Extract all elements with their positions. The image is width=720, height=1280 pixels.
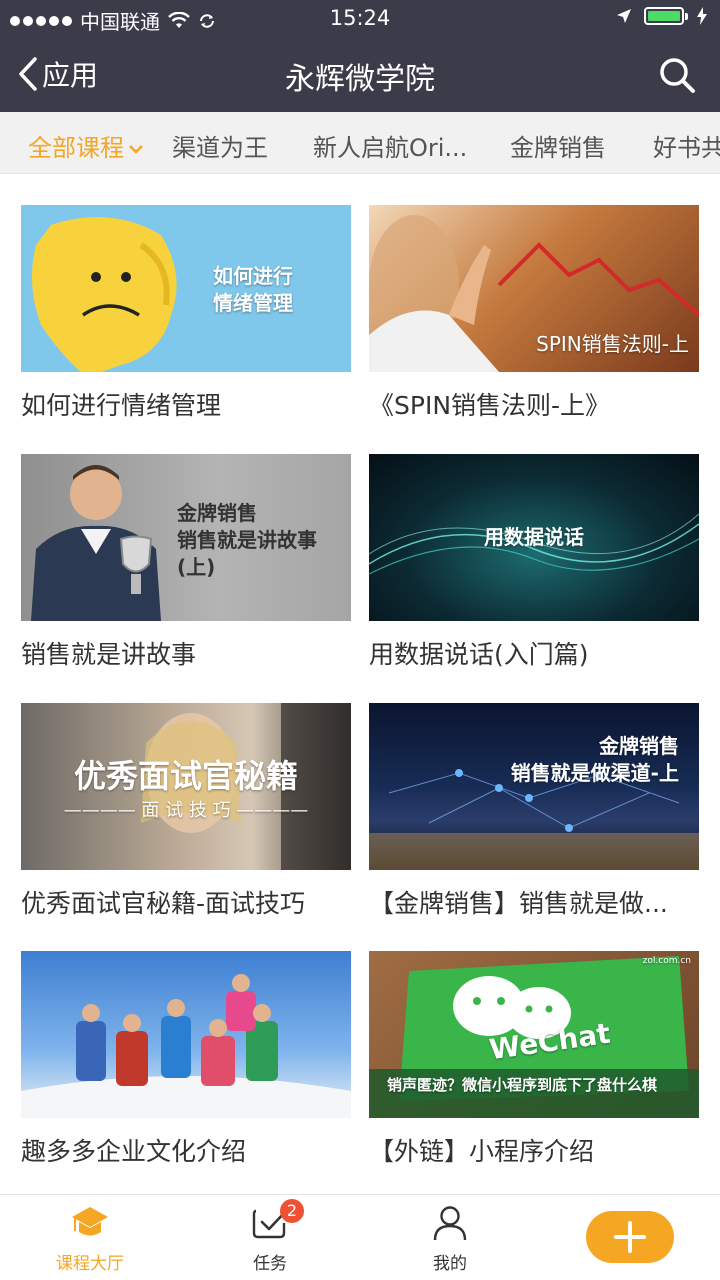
battery-icon: [644, 7, 688, 25]
balloon-face-icon: [32, 217, 177, 372]
page-title: 永辉微学院: [285, 62, 435, 97]
location-arrow-icon: [617, 9, 631, 23]
course-thumbnail: 如何进行 情绪管理: [21, 205, 351, 372]
category-tabs: 全部课程 渠道为王 新人启航Ori... 金牌销售 好书共: [0, 112, 720, 174]
thumbnail-source: zol.com.cn: [642, 956, 691, 966]
course-title: 如何进行情绪管理: [21, 391, 222, 420]
course-card[interactable]: 用数据说话 用数据说话(入门篇): [369, 454, 699, 671]
thumbnail-caption: 金牌销售 销售就是做渠道-上: [510, 734, 679, 785]
course-card[interactable]: 金牌销售 销售就是讲故事 (上) 销售就是讲故事: [21, 454, 351, 671]
course-card[interactable]: 金牌销售 销售就是做渠道-上 【金牌销售】销售就是做...: [369, 703, 699, 920]
course-thumbnail: 优秀面试官秘籍 ———— 面 试 技 巧 ————: [21, 703, 351, 870]
course-card[interactable]: 优秀面试官秘籍 ———— 面 试 技 巧 ———— 优秀面试官秘籍-面试技巧: [21, 703, 351, 920]
tab-gold-sales[interactable]: 金牌销售: [510, 128, 606, 163]
tab-books[interactable]: 好书共: [653, 128, 720, 163]
task-count-badge: 2: [280, 1199, 304, 1223]
course-title: 【金牌销售】销售就是做...: [369, 889, 668, 918]
course-card[interactable]: WeChat 销声匿迹？微信小程序到底下了盘什么棋 zol.com.cn 【外链…: [369, 951, 699, 1168]
search-icon[interactable]: [658, 56, 696, 94]
course-thumbnail: 用数据说话: [369, 454, 699, 621]
thumbnail-caption: 用数据说话: [484, 525, 584, 549]
course-thumbnail: [21, 951, 351, 1118]
user-icon: [433, 1206, 467, 1241]
course-thumbnail: SPIN销售法则-上: [369, 205, 699, 372]
course-thumbnail: WeChat 销声匿迹？微信小程序到底下了盘什么棋 zol.com.cn: [369, 951, 699, 1118]
plus-icon: [614, 1221, 646, 1253]
course-title: 《SPIN销售法则-上》: [369, 391, 611, 420]
thumbnail-caption: 销声匿迹？微信小程序到底下了盘什么棋: [387, 1076, 658, 1094]
course-title: 【外链】小程序介绍: [369, 1137, 595, 1166]
tab-course-hall[interactable]: 课程大厅: [30, 1205, 150, 1274]
course-title: 销售就是讲故事: [21, 640, 197, 669]
team-photo-icon: [21, 974, 351, 1118]
thumbnail-caption: 如何进行 情绪管理: [213, 264, 293, 315]
header: 中国联通 15:24 应用 永辉微学院: [0, 0, 720, 112]
tab-label: 全部课程: [28, 134, 124, 162]
course-grid: 如何进行 情绪管理 如何进行情绪管理 SPIN销售法则-上 《SPIN销售法则-上…: [0, 174, 720, 1194]
course-card[interactable]: SPIN销售法则-上 《SPIN销售法则-上》: [369, 205, 699, 422]
tab-newcomer[interactable]: 新人启航Ori...: [313, 128, 467, 163]
tab-channel[interactable]: 渠道为王: [172, 128, 268, 163]
thumbnail-caption: SPIN销售法则-上: [536, 332, 689, 356]
course-card[interactable]: 如何进行 情绪管理 如何进行情绪管理: [21, 205, 351, 422]
course-thumbnail: 金牌销售 销售就是做渠道-上: [369, 703, 699, 870]
tab-all-courses[interactable]: 全部课程: [28, 128, 144, 163]
graduation-cap-icon: [72, 1207, 108, 1236]
clock: 15:24: [329, 6, 391, 30]
nav-bar: 应用 永辉微学院: [0, 36, 720, 112]
bottom-tab-bar: 课程大厅 2 任务 我的: [0, 1194, 720, 1280]
course-title: 用数据说话(入门篇): [369, 640, 589, 669]
course-title: 趣多多企业文化介绍: [21, 1137, 247, 1166]
course-card[interactable]: 趣多多企业文化介绍: [21, 951, 351, 1168]
status-bar: 中国联通 15:24: [0, 0, 720, 36]
tab-label: 任务: [253, 1254, 287, 1274]
thumbnail-caption: 金牌销售 销售就是讲故事 (上): [177, 501, 317, 579]
thumbnail-caption: 优秀面试官秘籍: [73, 757, 298, 795]
tab-mine[interactable]: 我的: [390, 1205, 510, 1274]
course-thumbnail: 金牌销售 销售就是讲故事 (上): [21, 454, 351, 621]
add-button[interactable]: [586, 1211, 674, 1263]
tab-label: 课程大厅: [56, 1254, 124, 1274]
charging-icon: [697, 7, 707, 25]
tab-label: 我的: [433, 1254, 467, 1274]
chevron-down-icon: [129, 145, 143, 154]
thumbnail-subcaption: ———— 面 试 技 巧 ————: [63, 800, 309, 821]
tab-tasks[interactable]: 2 任务: [210, 1199, 330, 1274]
course-title: 优秀面试官秘籍-面试技巧: [21, 889, 306, 918]
